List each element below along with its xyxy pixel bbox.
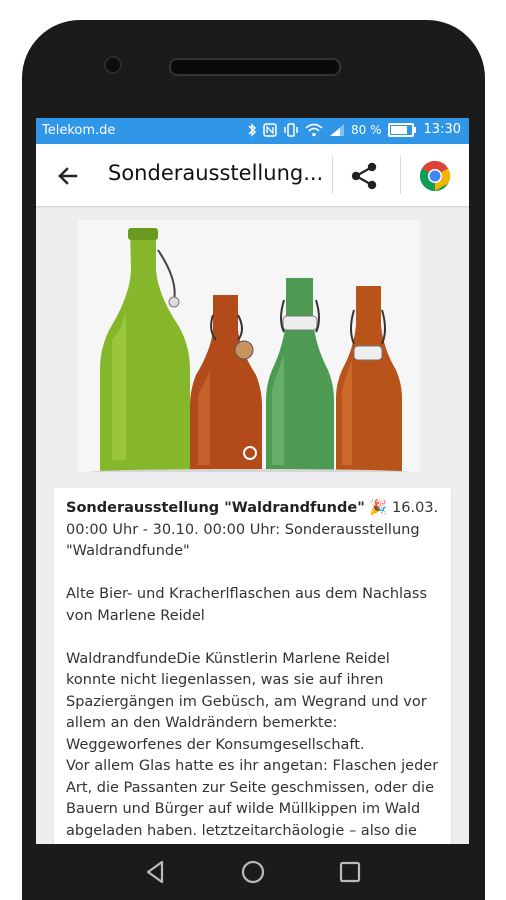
article-heading: Sonderausstellung "Waldrandfunde": [66, 500, 365, 516]
article-card: Sonderausstellung "Waldrandfunde" 🎉 16.0…: [54, 488, 451, 844]
app-bar: Sonderausstellung...: [36, 144, 469, 206]
app-bar-divider: [332, 156, 333, 194]
battery-level: [390, 126, 407, 134]
article-subtitle: Alte Bier- und Kracherlflaschen aus dem …: [66, 586, 428, 624]
clock: 13:30: [423, 122, 461, 137]
arrow-left-icon[interactable]: [54, 162, 82, 190]
status-icons: 80 % 13:30: [247, 122, 461, 138]
status-bar: Telekom.de 80 % 13:30: [36, 118, 469, 144]
page-title: Sonderausstellung...: [108, 161, 324, 185]
share-icon[interactable]: [348, 160, 380, 192]
chrome-icon[interactable]: [419, 160, 451, 192]
nav-recents-icon[interactable]: [334, 856, 366, 888]
device-screen: Telekom.de 80 % 13:30 Sonderausstellung.…: [36, 118, 469, 844]
article-body-1: WaldrandfundeDie Künstlerin Marlene Reid…: [66, 650, 427, 753]
article-text: Sonderausstellung "Waldrandfunde" 🎉 16.0…: [66, 498, 441, 842]
vibrate-icon: [284, 123, 298, 137]
article-body-2: Vor allem Glas hatte es ihr angetan: Fla…: [66, 758, 439, 839]
gallery-page-indicator[interactable]: [243, 446, 257, 460]
glass-bottles-photo: [78, 220, 420, 472]
navigation-bar: [36, 844, 469, 900]
wifi-icon: [305, 123, 323, 137]
nfc-icon: [263, 123, 277, 137]
image-gallery[interactable]: [78, 220, 420, 472]
battery-percent: 80 %: [351, 123, 382, 137]
app-bar-divider: [400, 156, 401, 194]
party-emoji: 🎉: [369, 500, 388, 516]
content-area: Sonderausstellung "Waldrandfunde" 🎉 16.0…: [36, 206, 469, 844]
carrier-label: Telekom.de: [42, 123, 116, 138]
battery-icon: [387, 123, 416, 137]
nav-home-icon[interactable]: [237, 856, 269, 888]
signal-icon: [330, 124, 345, 136]
earpiece-speaker: [169, 58, 341, 76]
phone-top-bezel: [22, 20, 485, 120]
bluetooth-icon: [248, 123, 257, 137]
nav-back-icon[interactable]: [140, 856, 172, 888]
front-camera: [104, 56, 122, 74]
